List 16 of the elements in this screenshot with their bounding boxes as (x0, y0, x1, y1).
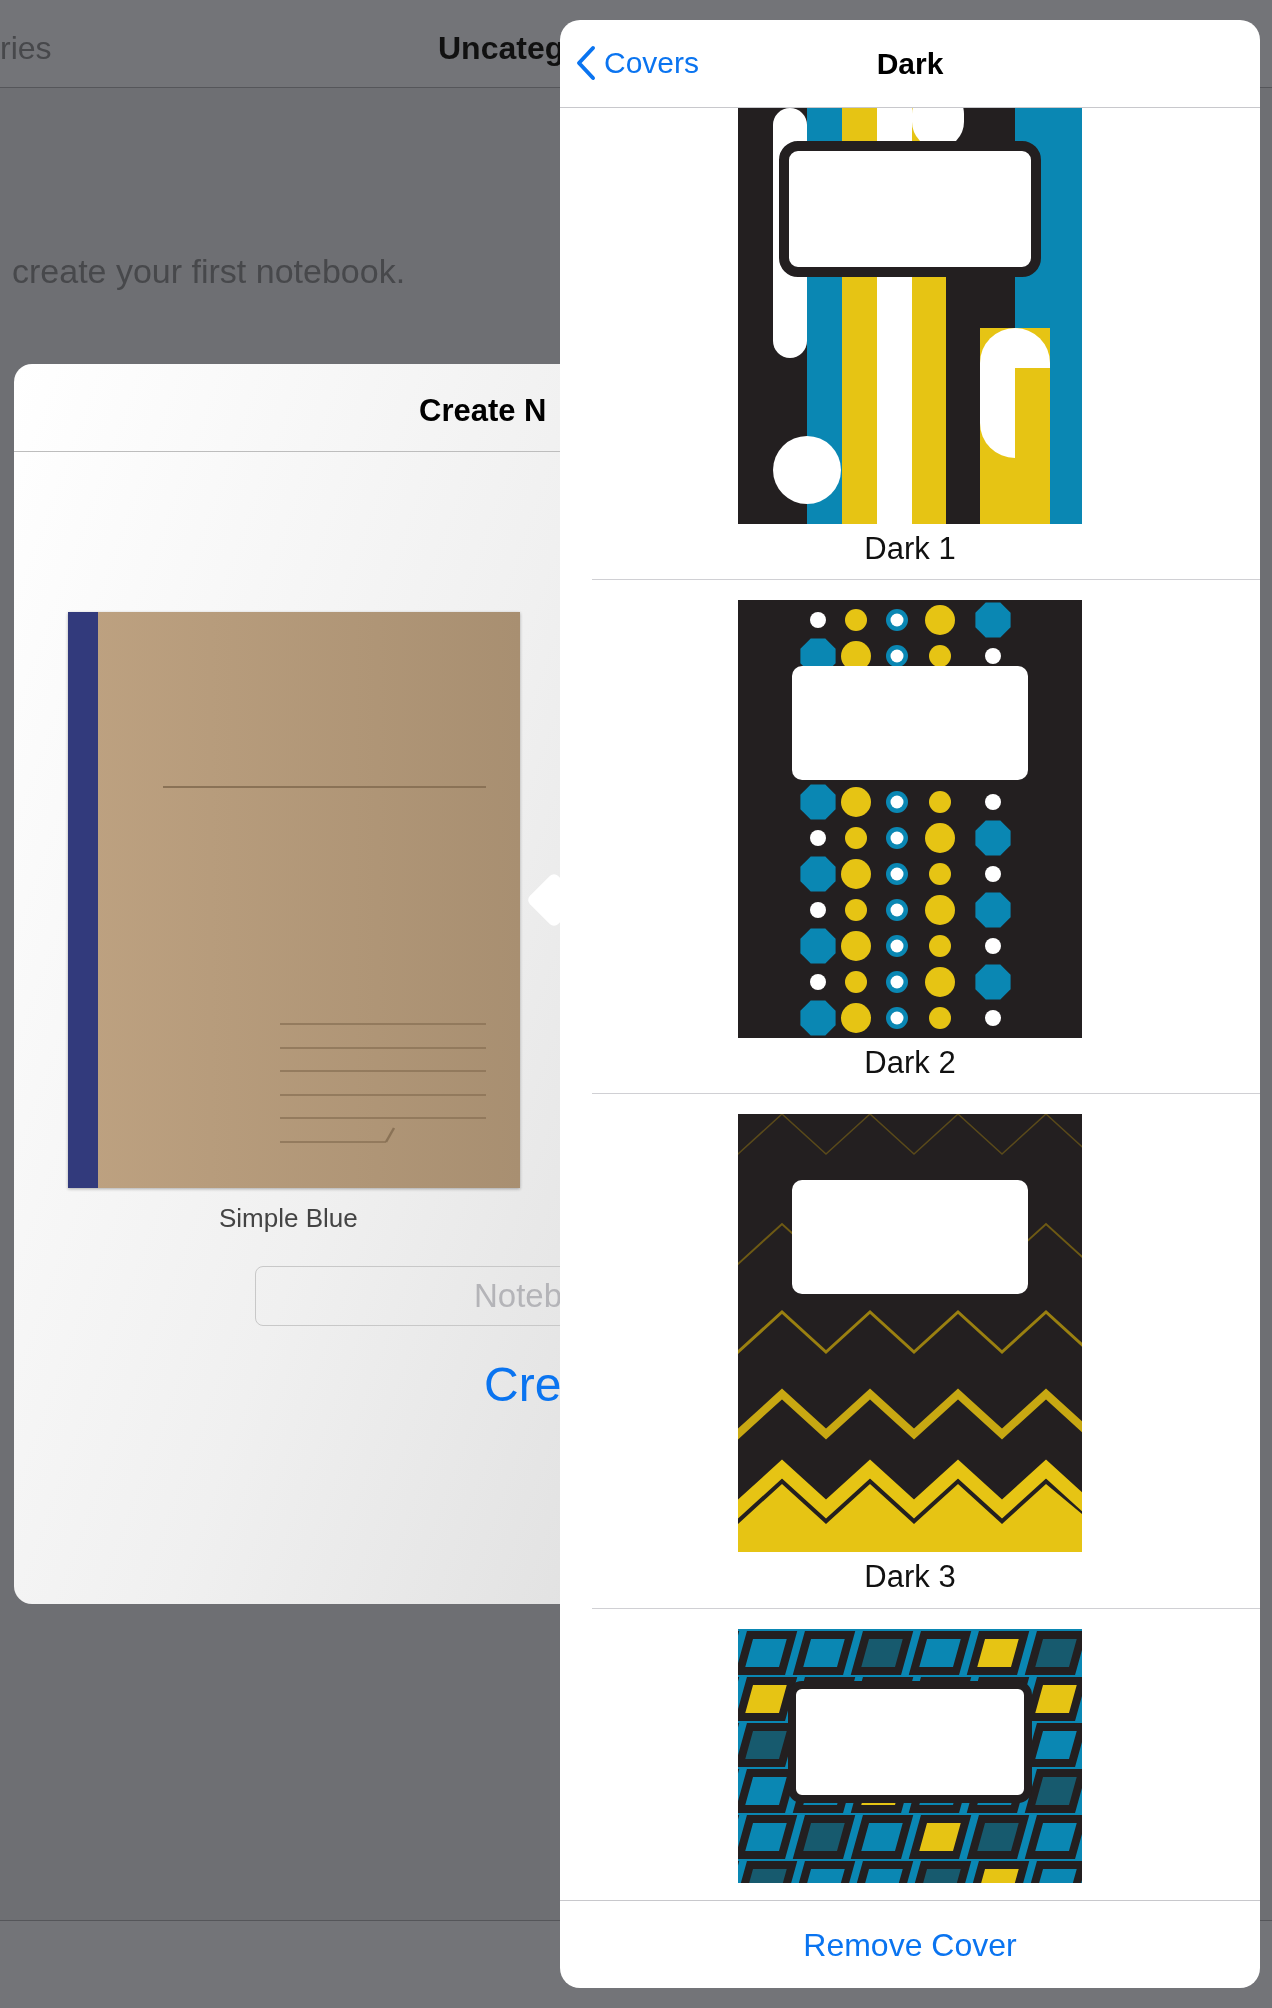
back-chevron-icon (576, 44, 596, 81)
cover-drawing[interactable] (738, 600, 1082, 1039)
cover-label: Dark 1 (864, 530, 956, 568)
back-button[interactable]: Covers (576, 40, 700, 85)
cover-drawing[interactable] (738, 1114, 1082, 1553)
cover-label: Dark 3 (864, 1558, 956, 1597)
sheet-title: Create N (419, 392, 547, 430)
cover-label: Dark 2 (864, 1044, 956, 1083)
cover-name: Simple Blue (219, 1202, 358, 1235)
create-button[interactable]: Cre (484, 1356, 562, 1414)
cover-drawing[interactable] (738, 1628, 1082, 1883)
notebook-cover-drawing[interactable] (68, 612, 520, 1188)
nav-title: Uncateg (438, 29, 565, 68)
popover-title: Dark (876, 46, 944, 82)
cover-drawing[interactable] (738, 108, 1082, 524)
remove-cover-button[interactable]: Remove Cover (803, 1920, 1017, 1969)
